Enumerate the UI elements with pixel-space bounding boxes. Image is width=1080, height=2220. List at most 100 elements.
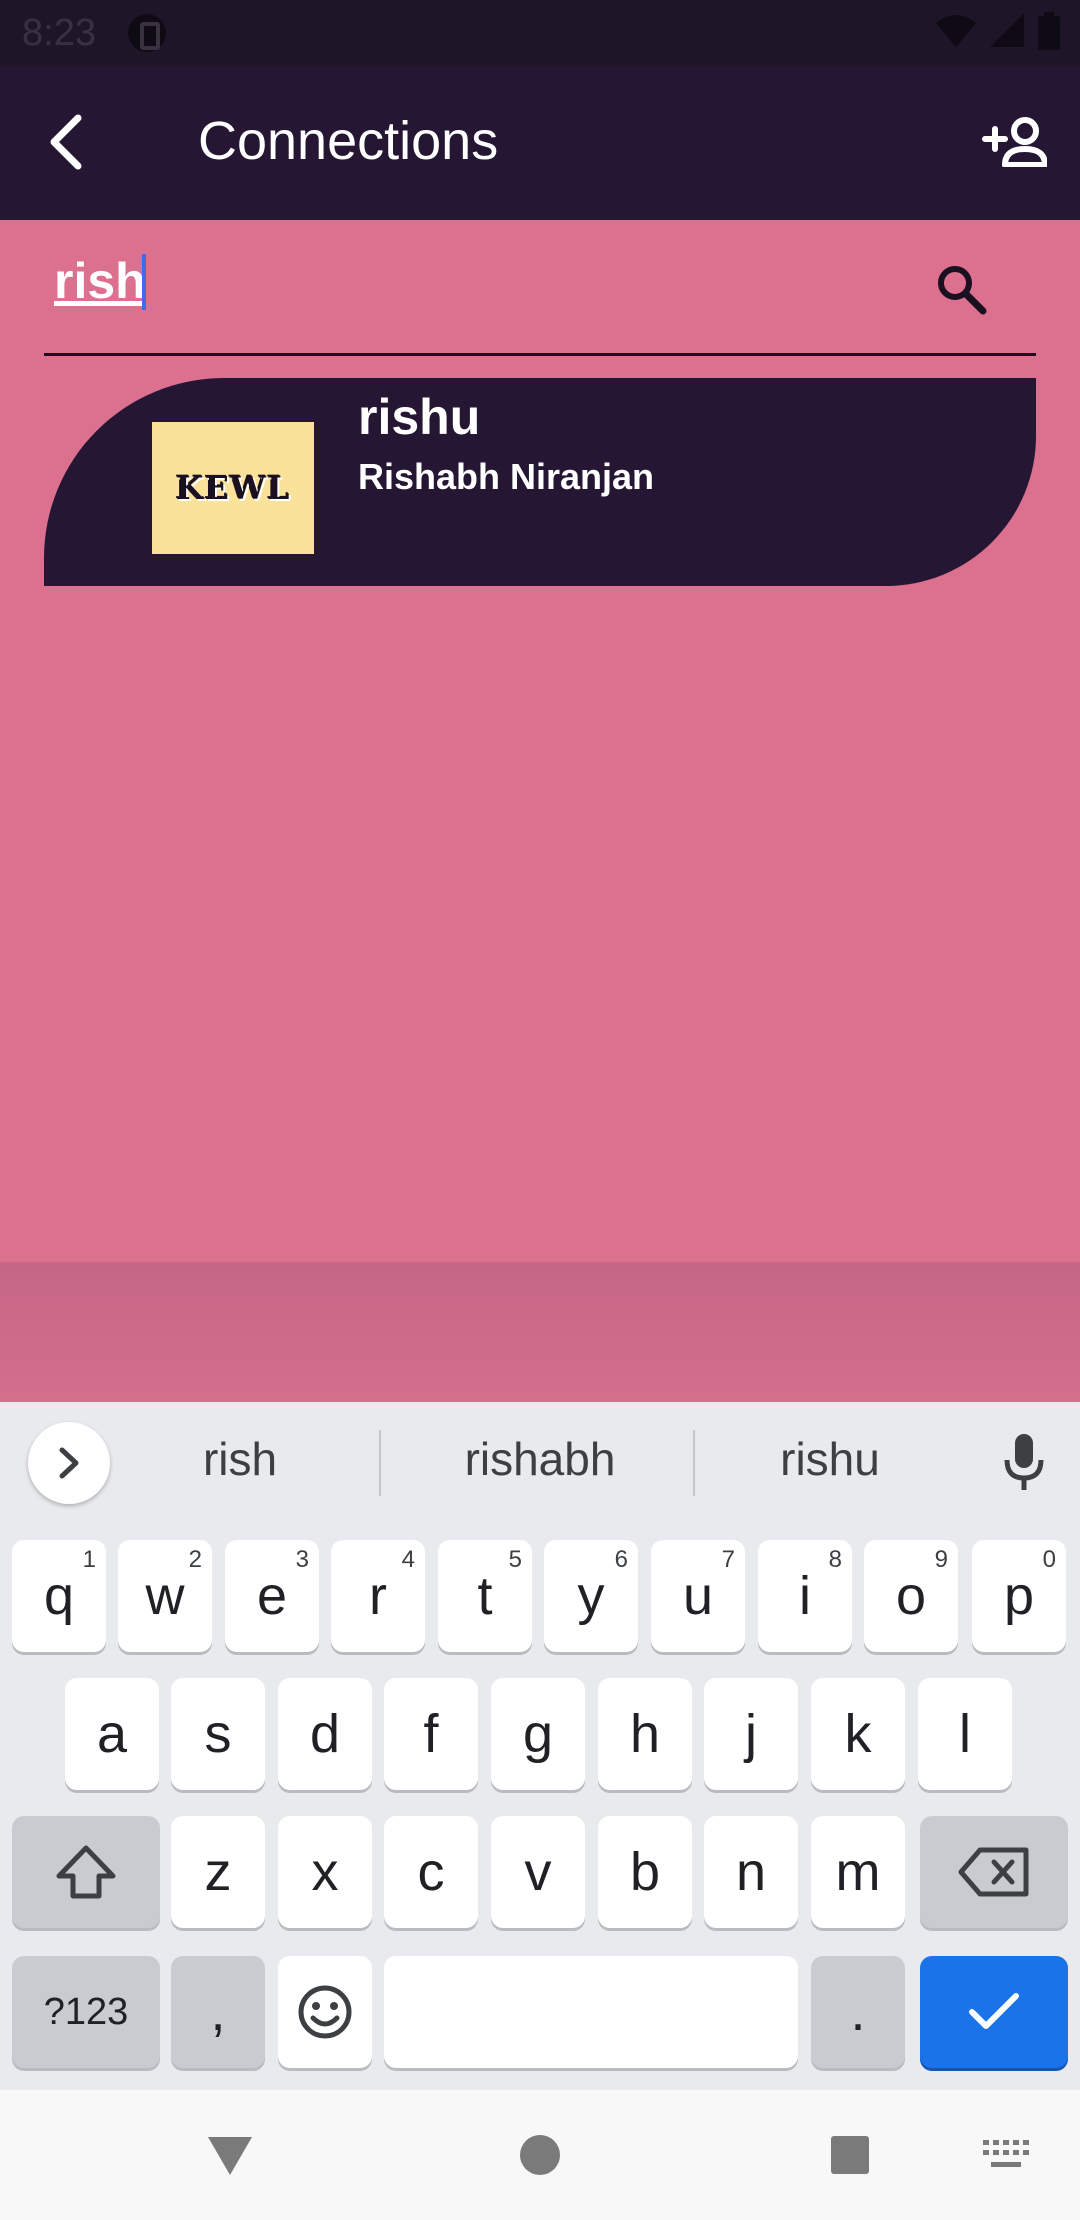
key-label: p [1003, 1566, 1035, 1626]
emoji-key[interactable] [278, 1956, 372, 2068]
key-r[interactable]: r4 [331, 1540, 425, 1652]
wifi-icon [936, 15, 976, 47]
checkmark-icon [969, 1993, 1019, 2029]
key-h[interactable]: h [598, 1678, 692, 1790]
content-bottom-band [0, 1262, 1080, 1402]
key-s[interactable]: s [171, 1678, 265, 1790]
key-o[interactable]: o9 [864, 1540, 958, 1652]
key-k[interactable]: k [811, 1678, 905, 1790]
connections-content: KEWL rishu Rishabh Niranjan [0, 220, 1080, 1262]
signal-icon [990, 13, 1024, 47]
key-label: o [895, 1566, 927, 1626]
key-hint: 1 [82, 1546, 96, 1573]
key-hint: 6 [614, 1546, 628, 1573]
search-bar [44, 220, 1036, 356]
backspace-icon [958, 1847, 1029, 1897]
key-c[interactable]: c [384, 1816, 478, 1928]
key-b[interactable]: b [598, 1816, 692, 1928]
notification-app-icon [128, 14, 166, 52]
key-label: y [577, 1566, 605, 1626]
avatar-logo: KEWL [175, 469, 291, 507]
key-hint: 4 [401, 1546, 415, 1573]
comma-key[interactable]: , [171, 1956, 265, 2068]
suggestion-item[interactable]: rishabh [420, 1432, 660, 1486]
key-label: i [799, 1566, 811, 1626]
emoji-icon [298, 1985, 352, 2039]
key-hint: 5 [508, 1546, 522, 1573]
person-add-icon [982, 117, 1047, 167]
space-key[interactable] [384, 1956, 798, 2068]
key-hint: 0 [1042, 1546, 1056, 1573]
shift-key[interactable] [12, 1816, 160, 1928]
microphone-icon [1004, 1434, 1044, 1490]
key-label: ?123 [43, 1990, 129, 2033]
key-hint: 3 [295, 1546, 309, 1573]
nav-recents-button[interactable] [810, 2120, 890, 2190]
key-d[interactable]: d [278, 1678, 372, 1790]
key-t[interactable]: t5 [438, 1540, 532, 1652]
period-key[interactable]: . [811, 1956, 905, 2068]
status-bar: 8:23 [0, 0, 1080, 66]
nav-home-button[interactable] [500, 2120, 580, 2190]
connection-result-card[interactable]: KEWL rishu Rishabh Niranjan [44, 378, 1036, 586]
key-l[interactable]: l [918, 1678, 1012, 1790]
done-key[interactable] [920, 1956, 1068, 2068]
key-v[interactable]: v [491, 1816, 585, 1928]
app-bar: Connections [0, 66, 1080, 220]
key-w[interactable]: w2 [118, 1540, 212, 1652]
back-button[interactable] [30, 106, 102, 178]
search-input[interactable] [54, 246, 874, 316]
key-f[interactable]: f [384, 1678, 478, 1790]
key-e[interactable]: e3 [225, 1540, 319, 1652]
nav-home-icon [520, 2135, 560, 2175]
suggestion-divider [693, 1430, 695, 1496]
key-hint: 7 [721, 1546, 735, 1573]
avatar: KEWL [152, 422, 314, 554]
key-label: t [477, 1566, 493, 1626]
nav-back-icon [208, 2137, 252, 2175]
nav-back-button[interactable] [190, 2120, 270, 2190]
key-label: r [369, 1566, 387, 1626]
key-n[interactable]: n [704, 1816, 798, 1928]
key-label: w [145, 1566, 185, 1626]
key-hint: 8 [828, 1546, 842, 1573]
suggestion-bar: rish rishabh rishu [0, 1402, 1080, 1528]
backspace-key[interactable] [920, 1816, 1068, 1928]
key-z[interactable]: z [171, 1816, 265, 1928]
key-q[interactable]: q1 [12, 1540, 106, 1652]
key-j[interactable]: j [704, 1678, 798, 1790]
key-u[interactable]: u7 [651, 1540, 745, 1652]
search-icon [938, 266, 987, 315]
key-a[interactable]: a [65, 1678, 159, 1790]
key-hint: 2 [188, 1546, 202, 1573]
key-p[interactable]: p0 [972, 1540, 1066, 1652]
status-icons [936, 12, 1060, 50]
key-x[interactable]: x [278, 1816, 372, 1928]
keyboard-menu-button[interactable] [28, 1422, 110, 1504]
chevron-right-icon [59, 1447, 79, 1479]
key-hint: 9 [934, 1546, 948, 1573]
symbols-key[interactable]: ?123 [12, 1956, 160, 2068]
page-title: Connections [198, 111, 499, 171]
key-g[interactable]: g [491, 1678, 585, 1790]
key-label: u [682, 1566, 714, 1626]
system-nav-bar [0, 2090, 1080, 2220]
keyboard-icon [983, 2140, 1029, 2167]
result-full-name: Rishabh Niranjan [358, 456, 655, 497]
result-username: rishu [358, 389, 481, 445]
keyboard-switch-button[interactable] [966, 2120, 1046, 2190]
soft-keyboard: rish rishabh rishu q1 w2 e3 r4 t5 y6 u7 … [0, 1402, 1080, 2090]
key-i[interactable]: i8 [758, 1540, 852, 1652]
key-y[interactable]: y6 [544, 1540, 638, 1652]
voice-input-button[interactable] [996, 1430, 1052, 1494]
suggestion-divider [379, 1430, 381, 1496]
shift-icon [56, 1845, 116, 1899]
search-button[interactable] [926, 254, 996, 324]
suggestion-item[interactable]: rishu [740, 1432, 920, 1486]
text-cursor [142, 254, 146, 310]
status-time: 8:23 [22, 12, 96, 54]
key-m[interactable]: m [811, 1816, 905, 1928]
suggestion-item[interactable]: rish [150, 1432, 330, 1486]
add-connection-button[interactable] [976, 106, 1052, 178]
nav-recents-icon [831, 2136, 869, 2174]
